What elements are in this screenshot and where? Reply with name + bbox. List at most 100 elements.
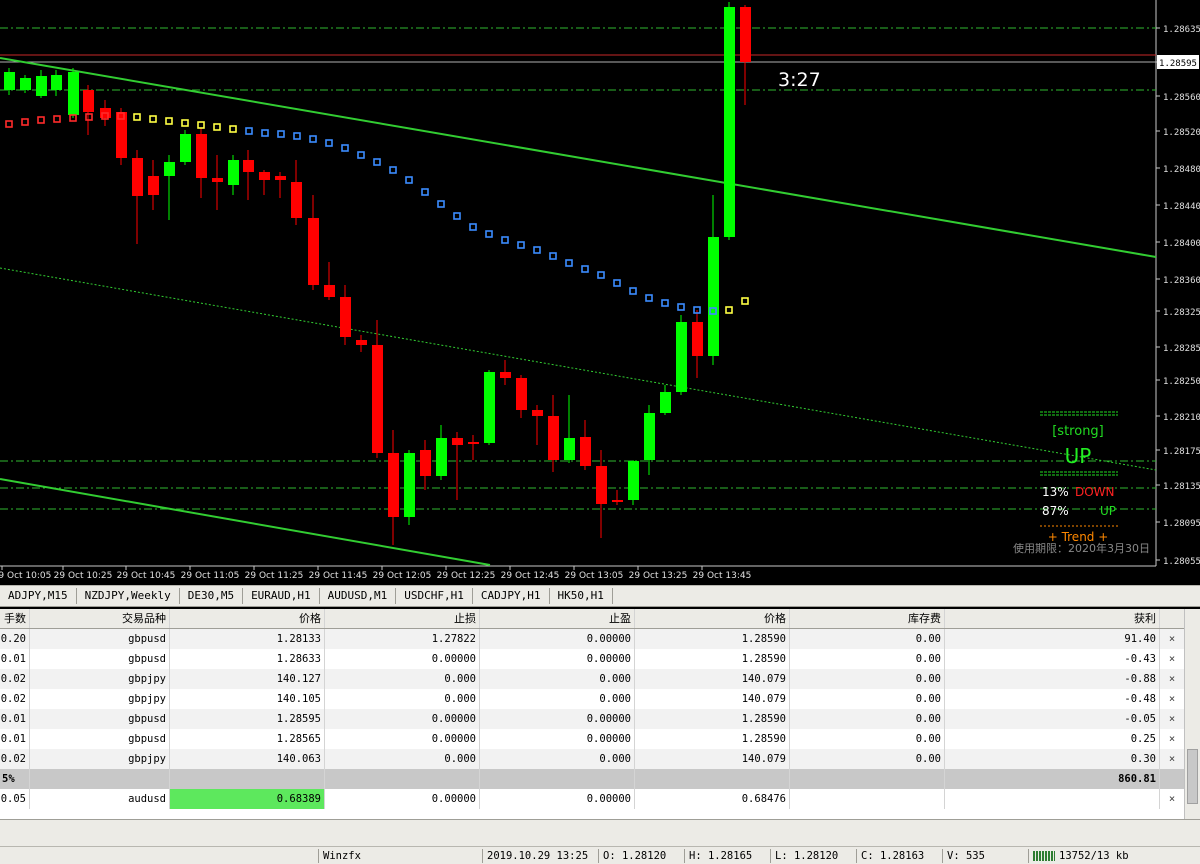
bull-candle[interactable]	[68, 72, 79, 115]
bear-candle[interactable]	[372, 345, 383, 453]
chart-tab[interactable]: AUDUSD,M1	[320, 588, 397, 604]
header-take-profit[interactable]: 止盈	[480, 609, 635, 628]
indicator-dot	[661, 299, 669, 307]
bull-candle[interactable]	[164, 162, 175, 176]
close-icon[interactable]: ×	[1160, 749, 1184, 769]
close-icon[interactable]: ×	[1160, 689, 1184, 709]
bear-candle[interactable]	[500, 372, 511, 378]
bull-candle[interactable]	[564, 438, 575, 460]
close-icon[interactable]: ×	[1160, 669, 1184, 689]
bear-candle[interactable]	[291, 182, 302, 218]
bear-candle[interactable]	[692, 322, 703, 356]
header-open-price[interactable]: 价格	[170, 609, 325, 628]
indicator-dot	[437, 200, 445, 208]
bull-candle[interactable]	[228, 160, 239, 185]
order-row[interactable]: 0.01 gbpusd 1.28595 0.00000 0.00000 1.28590 0.…	[0, 709, 1184, 729]
close-icon[interactable]: ×	[1160, 789, 1184, 809]
channel-lower-line[interactable]	[0, 478, 491, 566]
close-icon[interactable]: ×	[1160, 629, 1184, 649]
order-row[interactable]: 0.20 gbpusd 1.28133 1.27822 0.00000 1.28590 0.…	[0, 629, 1184, 649]
bear-candle[interactable]	[196, 134, 207, 178]
bear-candle[interactable]	[388, 453, 399, 517]
chart-tab[interactable]: NZDJPY,Weekly	[77, 588, 180, 604]
bear-candle[interactable]	[148, 176, 159, 195]
order-row[interactable]: 0.02 gbpjpy 140.105 0.000 0.000 140.079 0.00 -0…	[0, 689, 1184, 709]
bull-candle[interactable]	[180, 134, 191, 162]
chart-tab[interactable]: USDCHF,H1	[396, 588, 473, 604]
bull-candle[interactable]	[644, 413, 655, 460]
header-lots[interactable]: 手数	[0, 609, 30, 628]
bear-candle[interactable]	[275, 176, 286, 180]
bear-candle[interactable]	[548, 416, 559, 460]
header-current-price[interactable]: 价格	[635, 609, 790, 628]
chart-tab[interactable]: CADJPY,H1	[473, 588, 550, 604]
price-label: 1.28400	[1163, 239, 1200, 249]
bear-candle[interactable]	[308, 218, 319, 285]
cell-swap: 0.00	[790, 629, 945, 649]
cell-stop-loss: 0.000	[325, 689, 480, 709]
chart-tab[interactable]: ADJPY,M15	[0, 588, 77, 604]
header-swap[interactable]: 库存费	[790, 609, 945, 628]
bear-candle[interactable]	[132, 158, 143, 196]
bear-candle[interactable]	[212, 178, 223, 182]
chart-tab[interactable]: DE30,M5	[180, 588, 244, 604]
close-icon[interactable]: ×	[1160, 649, 1184, 669]
indicator-dot	[357, 151, 365, 159]
bear-candle[interactable]	[83, 90, 94, 112]
bull-candle[interactable]	[436, 438, 447, 476]
order-row[interactable]: 0.01 gbpusd 1.28633 0.00000 0.00000 1.28590 0.…	[0, 649, 1184, 669]
bear-candle[interactable]	[356, 340, 367, 345]
bull-candle[interactable]	[20, 78, 31, 90]
order-row[interactable]: 0.02 gbpjpy 140.127 0.000 0.000 140.079 0.00 -0…	[0, 669, 1184, 689]
pending-order-row[interactable]: 0.05 audusd 0.68389 0.00000 0.00000 0.68…	[0, 789, 1184, 809]
bull-candle[interactable]	[628, 461, 639, 500]
chart-tab[interactable]: EURAUD,H1	[243, 588, 320, 604]
bull-candle[interactable]	[404, 453, 415, 517]
bear-candle[interactable]	[612, 500, 623, 502]
bear-candle[interactable]	[516, 378, 527, 410]
header-stop-loss[interactable]: 止损	[325, 609, 480, 628]
cell-profit: 0.30	[945, 749, 1160, 769]
bull-candle[interactable]	[724, 7, 735, 237]
bear-candle[interactable]	[340, 297, 351, 337]
close-icon[interactable]: ×	[1160, 729, 1184, 749]
bear-candle[interactable]	[420, 450, 431, 476]
price-chart[interactable]: 1.28635 1.28595 1.28560 1.28520 1.28480 1.284…	[0, 0, 1200, 585]
indicator-dot	[469, 223, 477, 231]
indicator-dot	[741, 297, 749, 305]
vertical-scrollbar[interactable]	[1184, 609, 1200, 819]
header-profit[interactable]: 获利	[945, 609, 1160, 628]
cell-current-price: 140.079	[635, 689, 790, 709]
bear-candle[interactable]	[468, 442, 479, 444]
bear-candle[interactable]	[324, 285, 335, 297]
time-label: 29 Oct 12:45	[501, 571, 560, 581]
indicator-dot	[405, 176, 413, 184]
close-icon[interactable]: ×	[1160, 709, 1184, 729]
bear-candle[interactable]	[580, 437, 591, 466]
order-row[interactable]: 0.01 gbpusd 1.28565 0.00000 0.00000 1.28590 0.…	[0, 729, 1184, 749]
price-label: 1.28325	[1163, 308, 1200, 318]
bear-candle[interactable]	[596, 466, 607, 504]
bear-candle[interactable]	[452, 438, 463, 445]
channel-upper-line[interactable]	[0, 57, 1157, 258]
indicator-dot	[293, 132, 301, 140]
bear-candle[interactable]	[740, 7, 751, 62]
bull-candle[interactable]	[660, 392, 671, 413]
indicator-dot	[277, 130, 285, 138]
chart-canvas[interactable]: 1.28635 1.28595 1.28560 1.28520 1.28480 1.284…	[0, 0, 1200, 585]
bear-candle[interactable]	[243, 160, 254, 172]
bear-candle[interactable]	[259, 172, 270, 180]
bull-candle[interactable]	[4, 72, 15, 90]
bull-candle[interactable]	[36, 76, 47, 96]
bull-candle[interactable]	[708, 237, 719, 356]
bull-candle[interactable]	[676, 322, 687, 392]
order-row[interactable]: 0.02 gbpjpy 140.063 0.000 0.000 140.079 0.00 0.…	[0, 749, 1184, 769]
indicator-dot	[181, 119, 189, 127]
header-symbol[interactable]: 交易品种	[30, 609, 170, 628]
scrollbar-thumb[interactable]	[1187, 749, 1198, 804]
chart-tab[interactable]: HK50,H1	[550, 588, 613, 604]
bull-candle[interactable]	[51, 75, 62, 90]
price-label: 1.28440	[1163, 202, 1200, 212]
bull-candle[interactable]	[484, 372, 495, 443]
bear-candle[interactable]	[532, 410, 543, 416]
